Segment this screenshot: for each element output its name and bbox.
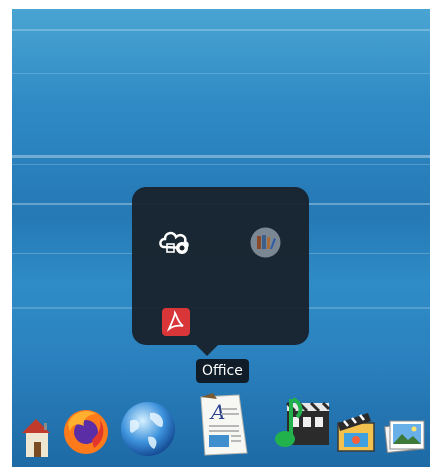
office-folder-icon[interactable]: A xyxy=(193,391,253,459)
music-player-icon[interactable] xyxy=(271,395,331,457)
svg-text:A: A xyxy=(209,400,225,424)
wallpaper-streak xyxy=(12,29,430,31)
folder-name-label: Office xyxy=(196,359,249,383)
desktop-wallpaper: Office A xyxy=(12,9,430,467)
photos-icon[interactable] xyxy=(384,417,426,457)
pdf-reader-icon[interactable] xyxy=(162,308,190,336)
dock: A xyxy=(12,387,430,467)
cloud-settings-icon[interactable] xyxy=(158,227,192,257)
library-icon[interactable] xyxy=(250,227,281,258)
popup-pointer xyxy=(196,345,218,356)
home-folder-icon[interactable] xyxy=(18,407,58,459)
firefox-icon[interactable] xyxy=(62,404,110,456)
wallpaper-streak xyxy=(12,164,430,165)
wallpaper-streak xyxy=(12,155,430,158)
wallpaper-streak xyxy=(12,73,430,74)
video-clapper-icon[interactable] xyxy=(334,409,380,457)
globe-browser-icon[interactable] xyxy=(120,401,176,457)
folder-popup xyxy=(132,187,309,356)
